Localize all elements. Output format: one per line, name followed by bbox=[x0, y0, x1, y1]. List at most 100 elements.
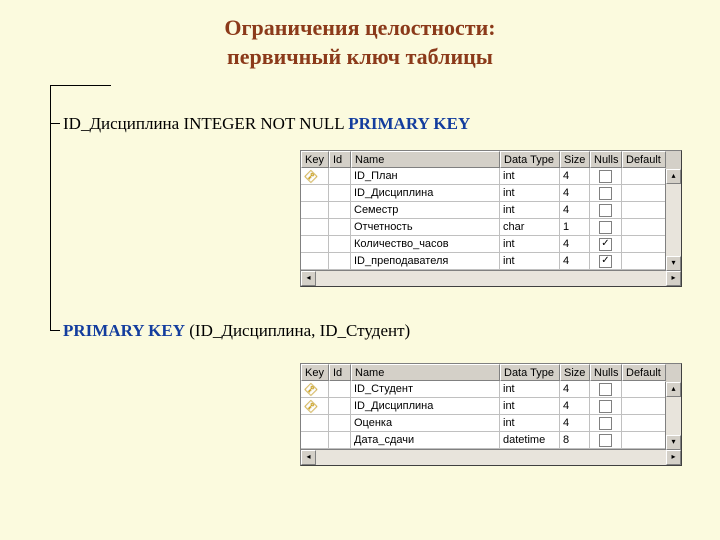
size-cell: 4 bbox=[560, 253, 590, 270]
connector-end-2 bbox=[50, 330, 60, 331]
nulls-checkbox[interactable] bbox=[599, 400, 612, 413]
id-cell bbox=[329, 219, 351, 236]
size-cell: 4 bbox=[560, 236, 590, 253]
nulls-cell bbox=[590, 432, 622, 449]
scrollbar-vertical[interactable]: ▴ ▾ bbox=[665, 382, 681, 450]
col-header-nulls: Nulls bbox=[590, 364, 622, 381]
id-cell bbox=[329, 253, 351, 270]
scroll-down-button[interactable]: ▾ bbox=[666, 256, 681, 271]
id-cell bbox=[329, 168, 351, 185]
type-cell: datetime bbox=[500, 432, 560, 449]
id-cell bbox=[329, 432, 351, 449]
id-cell bbox=[329, 185, 351, 202]
nulls-cell bbox=[590, 219, 622, 236]
scroll-track[interactable] bbox=[316, 450, 666, 465]
table-row[interactable]: Количество_часовint4 ✓ bbox=[301, 236, 666, 253]
nulls-cell bbox=[590, 202, 622, 219]
table-row[interactable]: ⚿ ID_Планint4 bbox=[301, 168, 666, 185]
scroll-left-button[interactable]: ◂ bbox=[301, 450, 316, 465]
nulls-checkbox[interactable] bbox=[599, 417, 612, 430]
table-row[interactable]: ⚿ID_Дисциплинаint4 bbox=[301, 398, 666, 415]
key-cell bbox=[301, 415, 329, 432]
scroll-up-button[interactable]: ▴ bbox=[666, 382, 681, 397]
scroll-right-button[interactable]: ▸ bbox=[666, 450, 681, 465]
col-header-name: Name bbox=[351, 151, 500, 168]
type-cell: int bbox=[500, 236, 560, 253]
name-cell: ID_Дисциплина bbox=[351, 185, 500, 202]
scrollbar-horizontal[interactable]: ◂ ▸ bbox=[301, 270, 681, 286]
col-header-default: Default bbox=[622, 364, 666, 381]
key-icon: ⚿ bbox=[301, 381, 320, 398]
size-cell: 4 bbox=[560, 168, 590, 185]
name-cell: ID_План bbox=[351, 168, 500, 185]
col-header-nulls: Nulls bbox=[590, 151, 622, 168]
nulls-checkbox[interactable] bbox=[599, 434, 612, 447]
sql-columns: (ID_Дисциплина, ID_Студент) bbox=[185, 321, 410, 340]
scroll-down-button[interactable]: ▾ bbox=[666, 435, 681, 450]
size-cell: 8 bbox=[560, 432, 590, 449]
col-header-default: Default bbox=[622, 151, 666, 168]
primary-key-keyword: PRIMARY KEY bbox=[348, 114, 470, 133]
type-cell: int bbox=[500, 202, 560, 219]
scroll-track[interactable] bbox=[316, 271, 666, 286]
sql-column: ID_Дисциплина bbox=[63, 114, 179, 133]
scrollbar-vertical[interactable]: ▴ ▾ bbox=[665, 169, 681, 271]
id-cell bbox=[329, 236, 351, 253]
table-row[interactable]: Семестрint4 bbox=[301, 202, 666, 219]
table-row[interactable]: ID_преподавателяint4✓ bbox=[301, 253, 666, 270]
scrollbar-horizontal[interactable]: ◂ ▸ bbox=[301, 449, 681, 465]
default-cell bbox=[622, 168, 666, 185]
key-cell bbox=[301, 185, 329, 202]
col-header-type: Data Type bbox=[500, 364, 560, 381]
default-cell bbox=[622, 415, 666, 432]
type-cell: int bbox=[500, 185, 560, 202]
name-cell: Количество_часов bbox=[351, 236, 500, 253]
table-designer-2: Key Id Name Data Type Size Nulls Default… bbox=[300, 363, 682, 466]
nulls-checkbox[interactable] bbox=[599, 204, 612, 217]
type-cell: char bbox=[500, 219, 560, 236]
key-icon: ⚿ bbox=[301, 168, 320, 185]
nulls-checkbox[interactable] bbox=[599, 170, 612, 183]
table-row[interactable]: ⚿ID_Студентint4 bbox=[301, 381, 666, 398]
nulls-checkbox[interactable] bbox=[599, 383, 612, 396]
table-header-row: Key Id Name Data Type Size Nulls Default bbox=[301, 151, 666, 168]
title-line-2: первичный ключ таблицы bbox=[227, 44, 493, 69]
nulls-cell bbox=[590, 415, 622, 432]
type-cell: int bbox=[500, 168, 560, 185]
key-cell bbox=[301, 219, 329, 236]
id-cell bbox=[329, 381, 351, 398]
default-cell bbox=[622, 202, 666, 219]
table-row[interactable]: Дата_сдачиdatetime8 bbox=[301, 432, 666, 449]
nulls-cell bbox=[590, 398, 622, 415]
table-row[interactable]: ID_Дисциплинаint4 bbox=[301, 185, 666, 202]
scroll-left-button[interactable]: ◂ bbox=[301, 271, 316, 286]
nulls-checkbox[interactable] bbox=[599, 221, 612, 234]
size-cell: 4 bbox=[560, 202, 590, 219]
table-row[interactable]: Отчетностьchar1 bbox=[301, 219, 666, 236]
name-cell: ID_Дисциплина bbox=[351, 398, 500, 415]
key-cell bbox=[301, 236, 329, 253]
table-row[interactable]: Оценкаint4 bbox=[301, 415, 666, 432]
default-cell bbox=[622, 253, 666, 270]
type-cell: int bbox=[500, 415, 560, 432]
name-cell: Семестр bbox=[351, 202, 500, 219]
size-cell: 4 bbox=[560, 381, 590, 398]
scroll-up-button[interactable]: ▴ bbox=[666, 169, 681, 184]
key-cell: ⚿ bbox=[301, 381, 329, 398]
title-line-1: Ограничения целостности: bbox=[224, 15, 495, 40]
key-cell bbox=[301, 253, 329, 270]
nulls-checkbox[interactable]: ✓ bbox=[599, 255, 612, 268]
nulls-cell bbox=[590, 168, 622, 185]
nulls-checkbox[interactable] bbox=[599, 187, 612, 200]
name-cell: ID_преподавателя bbox=[351, 253, 500, 270]
col-header-size: Size bbox=[560, 151, 590, 168]
id-cell bbox=[329, 415, 351, 432]
nulls-cell: ✓ bbox=[590, 253, 622, 270]
table-header-row: Key Id Name Data Type Size Nulls Default bbox=[301, 364, 666, 381]
type-cell: int bbox=[500, 381, 560, 398]
nulls-checkbox[interactable]: ✓ bbox=[599, 238, 612, 251]
default-cell bbox=[622, 398, 666, 415]
scroll-right-button[interactable]: ▸ bbox=[666, 271, 681, 286]
nulls-cell bbox=[590, 381, 622, 398]
size-cell: 4 bbox=[560, 398, 590, 415]
